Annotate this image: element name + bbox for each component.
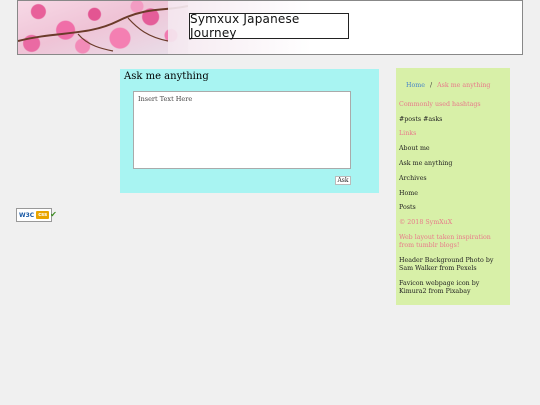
sidebar-item-about[interactable]: About me — [399, 145, 507, 153]
copyright-text: © 2018 SymXuX — [399, 219, 453, 226]
breadcrumb-home-link[interactable]: Home — [406, 82, 425, 89]
breadcrumb: Home / Ask me anything — [406, 82, 490, 90]
sidebar-item-home[interactable]: Home — [399, 190, 507, 198]
cherry-blossom-header-image — [18, 1, 188, 54]
css-label: css — [36, 211, 50, 219]
site-title[interactable]: Symxux Japanese Journey — [189, 12, 349, 40]
sidebar-item-hashtags[interactable]: #posts #asks — [399, 116, 507, 124]
ask-button[interactable]: Ask — [335, 176, 351, 185]
breadcrumb-separator: / — [429, 82, 433, 89]
page-heading: Ask me anything — [124, 71, 209, 82]
branch-decoration — [18, 5, 188, 52]
w3c-logo-text: W3C — [19, 211, 35, 219]
sidebar: Home / Ask me anything Commonly used hasht… — [396, 68, 510, 305]
sidebar-heading-hashtags: Commonly used hashtags — [399, 101, 481, 108]
checkmark-icon: ✔ — [50, 210, 57, 219]
photo-credit-text: Header Background Photo by Sam Walker fr… — [399, 257, 494, 272]
sidebar-item-posts[interactable]: Posts — [399, 204, 507, 212]
layout-credit-text: Web layout taken inspiration from tumblr… — [399, 234, 491, 249]
sidebar-item-archives[interactable]: Archives — [399, 175, 507, 183]
ask-panel: Ask me anything — [120, 69, 379, 193]
sidebar-item-ask[interactable]: Ask me anything — [399, 160, 507, 168]
favicon-credit-text: Favicon webpage icon by Kimura2 from Pix… — [399, 280, 480, 295]
sidebar-heading-links: Links — [399, 130, 417, 137]
w3c-css-badge[interactable]: W3C css ✔ — [16, 208, 57, 222]
ask-textarea[interactable] — [133, 91, 351, 169]
breadcrumb-current: Ask me anything — [437, 82, 491, 89]
